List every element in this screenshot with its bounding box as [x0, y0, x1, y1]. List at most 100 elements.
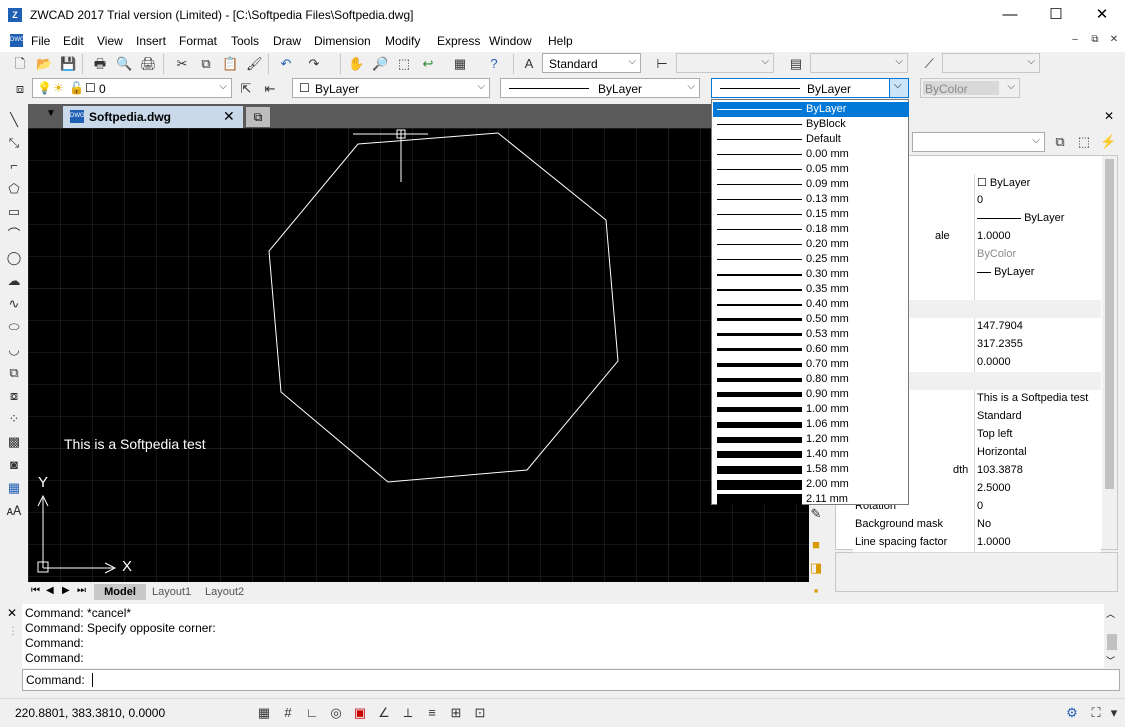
close-icon[interactable]: ✕: [1104, 109, 1114, 123]
lineweight-option[interactable]: 1.58 mm: [713, 462, 909, 477]
new-tab-icon[interactable]: ⧉: [246, 107, 270, 127]
tab-layout2[interactable]: Layout2: [205, 584, 244, 600]
first-tab-icon[interactable]: ⏮: [31, 585, 40, 596]
zoom-window-icon[interactable]: ⬚: [396, 56, 412, 72]
toggle-pickadd-icon[interactable]: ⧉: [1052, 134, 1068, 150]
print-preview-icon[interactable]: 🔍: [116, 56, 132, 72]
rectangle-icon[interactable]: ▭: [6, 204, 22, 220]
zoom-realtime-icon[interactable]: 🔎: [372, 56, 388, 72]
dynamic-input-icon[interactable]: ⊞: [448, 705, 464, 721]
plotstyle-select[interactable]: ByColor ⌵: [920, 78, 1020, 98]
next-tab-icon[interactable]: ▶: [62, 585, 70, 596]
scrollbar-thumb[interactable]: [1107, 634, 1117, 650]
menu-modify[interactable]: Modify: [385, 34, 420, 48]
tab-layout1[interactable]: Layout1: [152, 584, 191, 600]
polygon-icon[interactable]: ⬠: [6, 181, 22, 197]
prop-row[interactable]: Line spacing factor 1.0000: [853, 534, 1101, 553]
linetype-select[interactable]: ByLayer ⌵: [500, 78, 700, 98]
lineweight-option[interactable]: 0.35 mm: [713, 282, 909, 297]
lineweight-option[interactable]: 1.06 mm: [713, 417, 909, 432]
select-objects-icon[interactable]: ⬚: [1076, 134, 1092, 150]
make-object-layer-current-icon[interactable]: ⇱: [238, 81, 254, 97]
properties-scrollbar[interactable]: [1102, 156, 1117, 549]
lineweight-option[interactable]: 0.40 mm: [713, 297, 909, 312]
lineweight-option[interactable]: 0.15 mm: [713, 207, 909, 222]
arc-icon[interactable]: ⌒: [6, 227, 22, 243]
lineweight-option[interactable]: 2.00 mm: [713, 477, 909, 492]
object-snap-tracking-icon[interactable]: ∠: [376, 705, 392, 721]
cut-icon[interactable]: ✂: [174, 56, 190, 72]
copy-icon[interactable]: ⧉: [198, 56, 214, 72]
lineweight-option[interactable]: 0.25 mm: [713, 252, 909, 267]
scrollbar-thumb[interactable]: [1105, 159, 1114, 489]
menu-window[interactable]: Window: [489, 34, 532, 48]
color-select[interactable]: ☐ ByLayer ⌵: [292, 78, 490, 98]
make-block-icon[interactable]: ⧇: [6, 388, 22, 404]
canvas-text[interactable]: This is a Softpedia test: [64, 436, 206, 452]
menu-express[interactable]: Express: [437, 34, 480, 48]
close-icon[interactable]: ✕: [223, 108, 235, 125]
menu-tools[interactable]: Tools: [231, 34, 259, 48]
lightbulb-icon[interactable]: 💡: [37, 81, 52, 95]
layer-select[interactable]: 💡 ☀ 🔓 ☐ 0 ⌵: [32, 78, 232, 98]
lineweight-option[interactable]: 0.50 mm: [713, 312, 909, 327]
object-snap-icon[interactable]: ▣: [352, 705, 368, 721]
lineweight-dropdown-list[interactable]: ByLayer ByBlock Default 0.00 mm 0.05 mm 0.09 …: [711, 99, 909, 505]
chevron-down-icon[interactable]: ﹀: [1106, 654, 1115, 667]
calculator-icon[interactable]: ▦: [452, 56, 468, 72]
maximize-button[interactable]: ☐: [1033, 0, 1079, 30]
lineweight-option[interactable]: 0.13 mm: [713, 192, 909, 207]
undo-icon[interactable]: ↶: [278, 56, 294, 72]
lineweight-option[interactable]: 0.18 mm: [713, 222, 909, 237]
ellipse-icon[interactable]: ⬭: [6, 319, 22, 335]
menu-insert[interactable]: Insert: [136, 34, 166, 48]
table-style-select[interactable]: ⌵: [810, 53, 908, 73]
close-icon[interactable]: ✕: [7, 606, 17, 620]
menu-help[interactable]: Help: [548, 34, 573, 48]
lineweight-option[interactable]: 0.53 mm: [713, 327, 909, 342]
layer-color-icon[interactable]: ◨: [808, 560, 824, 576]
print-icon[interactable]: 🖶: [92, 56, 108, 72]
menu-view[interactable]: View: [97, 34, 123, 48]
status-menu-icon[interactable]: ▾: [1106, 705, 1122, 721]
lock-icon[interactable]: 🔓: [69, 81, 84, 95]
layer-previous-icon[interactable]: ⇤: [262, 81, 278, 97]
object-color-icon[interactable]: ■: [808, 537, 824, 553]
line-icon[interactable]: ╲: [6, 112, 22, 128]
lineweight-display-icon[interactable]: ≡: [424, 705, 440, 721]
table-icon[interactable]: ▦: [6, 480, 22, 496]
insert-block-icon[interactable]: ⧉: [6, 365, 22, 381]
publish-icon[interactable]: 🖨: [140, 56, 157, 72]
grip-icon[interactable]: ⋮: [8, 626, 18, 637]
lineweight-option[interactable]: ByBlock: [713, 117, 909, 132]
linetype-color-icon[interactable]: ▪: [808, 583, 824, 599]
ellipse-arc-icon[interactable]: ◡: [6, 342, 22, 358]
lineweight-select[interactable]: ByLayer ⌵: [711, 78, 909, 98]
menu-edit[interactable]: Edit: [63, 34, 84, 48]
construction-line-icon[interactable]: ⤡: [6, 135, 22, 151]
minimize-button[interactable]: —: [987, 0, 1033, 30]
grid-display-icon[interactable]: #: [280, 705, 296, 721]
lineweight-option[interactable]: 1.00 mm: [713, 402, 909, 417]
prop-row[interactable]: Background mask No: [853, 516, 1101, 535]
close-button[interactable]: ✕: [1079, 0, 1125, 30]
layer-manager-icon[interactable]: ⧈: [12, 81, 28, 97]
hatch-icon[interactable]: ▩: [6, 434, 22, 450]
lineweight-option[interactable]: ByLayer: [713, 102, 909, 117]
revision-cloud-icon[interactable]: ☁: [6, 273, 22, 289]
spline-icon[interactable]: ∿: [6, 296, 22, 312]
dropdown-button[interactable]: ⌵: [889, 79, 908, 97]
menu-format[interactable]: Format: [179, 34, 217, 48]
last-tab-icon[interactable]: ⏭: [77, 585, 86, 596]
open-folder-icon[interactable]: 📂: [36, 56, 52, 72]
multiline-text-icon[interactable]: 🗚: [6, 503, 22, 519]
command-scrollbar[interactable]: ︿ ﹀: [1104, 604, 1120, 668]
menu-dimension[interactable]: Dimension: [314, 34, 371, 48]
lineweight-option[interactable]: 0.00 mm: [713, 147, 909, 162]
sun-icon[interactable]: ☀: [53, 81, 64, 95]
save-icon[interactable]: 💾: [60, 56, 76, 72]
doc-minimize-button[interactable]: ‒: [1068, 33, 1082, 47]
lineweight-option[interactable]: 0.90 mm: [713, 387, 909, 402]
lineweight-option[interactable]: 2.11 mm: [713, 492, 909, 507]
menu-draw[interactable]: Draw: [273, 34, 301, 48]
